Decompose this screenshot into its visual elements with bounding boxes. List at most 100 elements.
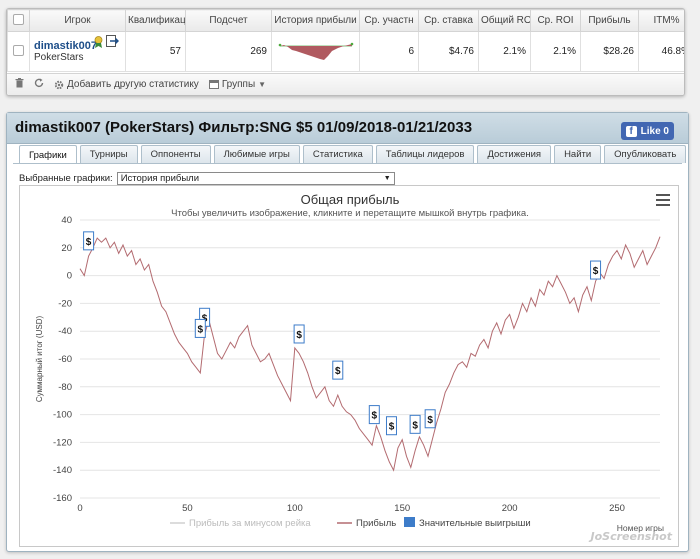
column-header[interactable]: ITM%	[638, 9, 684, 32]
y-tick-label: -120	[53, 437, 72, 448]
x-tick-label: 0	[77, 503, 82, 514]
profit-series-line	[79, 236, 661, 472]
stats-table: Игрок Квалификац Подсчет История прибыли…	[7, 9, 684, 72]
significant-win-label: $	[296, 330, 302, 341]
y-axis-label: Суммарный итог (USD)	[35, 316, 44, 403]
column-header[interactable]: Подсчет	[185, 9, 272, 32]
column-header[interactable]: Прибыль	[580, 9, 639, 32]
row-select-cell[interactable]	[7, 31, 30, 72]
tab-find[interactable]: Найти	[554, 145, 602, 163]
groups-icon	[208, 80, 219, 89]
count-cell: 269	[185, 31, 272, 72]
profit-chart[interactable]: Общая прибыльЧтобы увеличить изображение…	[20, 186, 680, 548]
significant-win-label: $	[198, 324, 204, 335]
tab-divider	[13, 163, 682, 164]
tab-publish[interactable]: Опубликовать	[604, 145, 687, 163]
groups-label: Группы	[221, 79, 256, 90]
y-tick-label: 0	[67, 271, 72, 282]
legend-profit-label: Прибыль	[356, 518, 396, 529]
chevron-down-icon: ▼	[258, 80, 267, 89]
column-header[interactable]: Ср. ставка	[418, 9, 479, 32]
total-roi-cell: 2.1%	[478, 31, 531, 72]
avg-entrants-cell: 6	[359, 31, 419, 72]
player-cell: dimastik007 PokerStars	[29, 31, 126, 72]
add-stat-button[interactable]: Добавить другую статистику	[54, 79, 199, 90]
table-row: dimastik007 PokerStars 57 269 6 $4.76 2.…	[7, 31, 684, 72]
y-tick-label: 20	[61, 243, 72, 254]
y-tick-label: -80	[58, 382, 72, 393]
avg-roi-cell: 2.1%	[530, 31, 581, 72]
column-header[interactable]: Ср. участн	[359, 9, 419, 32]
column-header[interactable]: История прибыли	[271, 9, 360, 32]
significant-win-label: $	[389, 422, 395, 433]
y-tick-label: -20	[58, 298, 72, 309]
avg-stake-cell: $4.76	[418, 31, 479, 72]
significant-win-label: $	[412, 420, 418, 431]
page-title: dimastik007 (PokerStars) Фильтр:SNG $5 0…	[15, 119, 473, 136]
refresh-icon[interactable]	[34, 78, 44, 91]
groups-dropdown[interactable]: Группы ▼	[208, 79, 267, 90]
chart-menu-icon[interactable]	[656, 194, 670, 209]
facebook-like-button[interactable]: f Like 0	[620, 122, 674, 140]
watermark: JoScreenshot	[590, 530, 672, 543]
select-all-cell[interactable]	[7, 9, 30, 32]
gear-icon	[54, 80, 64, 89]
profit-history-cell	[271, 31, 360, 72]
tab-statistics[interactable]: Статистика	[302, 145, 373, 163]
tab-graphs[interactable]: Графики	[19, 145, 77, 164]
select-all-checkbox[interactable]	[13, 13, 24, 25]
chart-subtitle: Чтобы увеличить изображение, кликните и …	[171, 208, 529, 219]
qualification-cell: 57	[125, 31, 186, 72]
significant-win-label: $	[593, 266, 599, 277]
tab-leaderboards[interactable]: Таблицы лидеров	[375, 145, 475, 163]
player-room: PokerStars	[34, 52, 84, 63]
column-header[interactable]: Ср. ROI	[530, 9, 581, 32]
add-stat-label: Добавить другую статистику	[67, 79, 199, 90]
tab-favorite-games[interactable]: Любимые игры	[213, 145, 300, 163]
chart-selector-value: История прибыли	[120, 173, 200, 184]
chart-selector-row: Выбранные графики: История прибыли ▼	[19, 172, 395, 185]
x-tick-label: 200	[502, 503, 518, 514]
chart-container[interactable]: Общая прибыль Чтобы увеличить изображение…	[19, 185, 679, 547]
stats-table-panel: Игрок Квалификац Подсчет История прибыли…	[6, 8, 685, 96]
chevron-down-icon: ▼	[383, 175, 391, 182]
x-tick-label: 50	[182, 503, 193, 514]
legend-wins-swatch	[404, 517, 415, 527]
tab-opponents[interactable]: Оппоненты	[140, 145, 211, 163]
significant-win-label: $	[335, 366, 341, 377]
trash-icon[interactable]	[15, 78, 24, 91]
x-tick-label: 250	[609, 503, 625, 514]
stats-footer: Добавить другую статистику Группы ▼	[7, 73, 684, 95]
legend-rake-label: Прибыль за минусом рейка	[189, 518, 311, 529]
graph-panel: dimastik007 (PokerStars) Фильтр:SNG $5 0…	[6, 112, 689, 552]
y-tick-label: -60	[58, 354, 72, 365]
tab-achievements[interactable]: Достижения	[477, 145, 552, 163]
itm-cell: 46.8%	[638, 31, 684, 72]
chart-title: Общая прибыль	[301, 192, 400, 207]
column-header[interactable]: Игрок	[29, 9, 126, 32]
export-icon[interactable]	[106, 35, 119, 50]
significant-win-label: $	[86, 237, 92, 248]
y-tick-label: -140	[53, 465, 72, 476]
award-icon	[94, 36, 103, 51]
y-tick-label: -160	[53, 493, 72, 504]
y-tick-label: -40	[58, 326, 72, 337]
row-checkbox[interactable]	[13, 44, 24, 56]
tab-tournaments[interactable]: Турниры	[79, 145, 138, 163]
column-header[interactable]: Квалификац	[125, 9, 186, 32]
significant-win-label: $	[427, 415, 433, 426]
y-tick-label: -100	[53, 410, 72, 421]
profit-cell: $28.26	[580, 31, 639, 72]
chart-selector-dropdown[interactable]: История прибыли ▼	[116, 172, 395, 185]
x-tick-label: 100	[287, 503, 303, 514]
y-tick-label: 40	[61, 215, 72, 226]
x-tick-label: 150	[394, 503, 410, 514]
legend-wins-label: Значительные выигрыши	[419, 518, 531, 529]
facebook-like-label: Like 0	[640, 125, 669, 137]
facebook-icon: f	[625, 125, 637, 137]
chart-selector-label: Выбранные графики:	[19, 173, 113, 184]
profit-sparkline	[278, 42, 353, 60]
tab-bar: Графики Турниры Оппоненты Любимые игры С…	[19, 145, 687, 164]
panel-header: dimastik007 (PokerStars) Фильтр:SNG $5 0…	[7, 113, 688, 144]
column-header[interactable]: Общий RO	[478, 9, 531, 32]
